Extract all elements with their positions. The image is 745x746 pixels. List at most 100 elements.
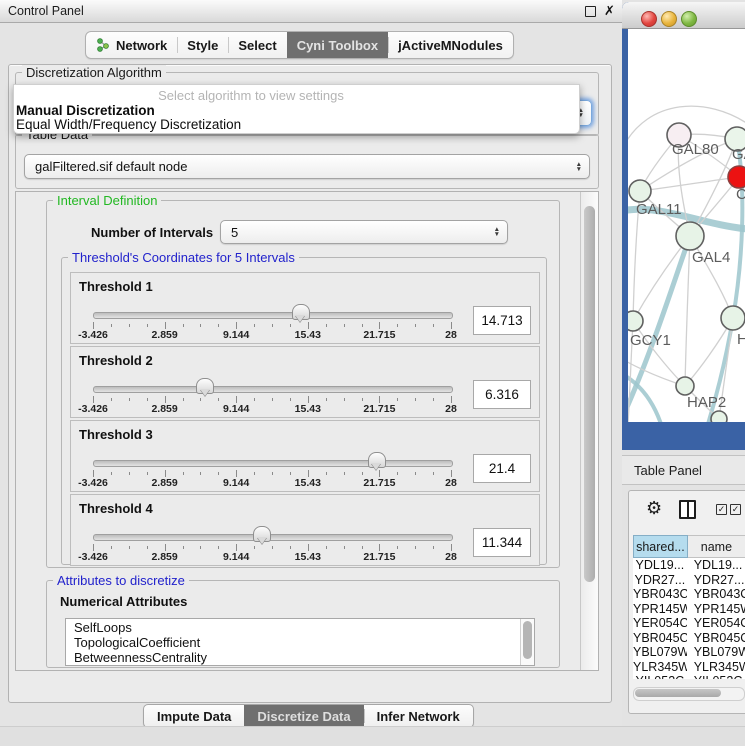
slider-tick (451, 396, 452, 403)
checkbox-icon[interactable]: ✓ (730, 504, 741, 515)
slider-tick (93, 544, 94, 551)
threshold-label: Threshold 4 (79, 501, 153, 516)
slider-tick (165, 396, 166, 403)
threshold-coordinates-group: Threshold's Coordinates for 5 Intervals … (61, 257, 547, 565)
slider-tick (147, 324, 148, 327)
column-header-name[interactable]: name (688, 535, 745, 558)
network-node[interactable] (711, 411, 727, 422)
control-panel-titlebar: Control Panel ✗ (0, 0, 622, 23)
network-node[interactable] (629, 180, 651, 202)
threshold-value-field[interactable]: 14.713 (473, 306, 531, 335)
tab-infer-network[interactable]: Infer Network (364, 705, 473, 727)
slider-track[interactable] (93, 460, 453, 467)
slider-thumb[interactable] (253, 526, 271, 542)
numerical-attributes-list[interactable]: SelfLoopsTopologicalCoefficientBetweenne… (65, 618, 535, 666)
table-row[interactable]: YIL052CYIL052C (633, 674, 745, 679)
settings-scrollpane: Interval Definition Number of Intervals … (15, 191, 599, 671)
slider-tick (308, 396, 309, 403)
slider-tick (147, 398, 148, 401)
slider-track[interactable] (93, 386, 453, 393)
slider-tick (183, 398, 184, 401)
network-canvas[interactable]: GAL80GACGAL11GAL4GCY1HHAP2 (628, 29, 745, 422)
bottom-strip (0, 726, 745, 746)
tab-label: jActiveMNodules (398, 38, 503, 53)
network-node[interactable] (721, 306, 745, 330)
table-row[interactable]: YDL19...YDL19... (633, 558, 745, 573)
number-of-intervals-combobox[interactable]: 5 ▲▼ (220, 220, 508, 244)
tab-discretize-data[interactable]: Discretize Data (244, 705, 363, 727)
slider-tick (200, 324, 201, 327)
network-node-label: C (736, 186, 745, 203)
slider-tick-label: 15.43 (295, 477, 321, 489)
slider-tick (183, 324, 184, 327)
checkbox-icon[interactable]: ✓ (716, 504, 727, 515)
slider-tick (290, 546, 291, 549)
attribute-list-item[interactable]: TopologicalCoefficient (74, 635, 521, 650)
tab-style[interactable]: Style (177, 32, 228, 58)
minimize-traffic-light-icon[interactable] (661, 11, 677, 27)
list-scrollbar-thumb[interactable] (523, 621, 532, 659)
threshold-value-field[interactable]: 6.316 (473, 380, 531, 409)
slider-tick (415, 324, 416, 327)
table-hscrollbar-thumb[interactable] (635, 689, 721, 697)
dropdown-option-manual-discretization[interactable]: Manual Discretization (16, 103, 155, 118)
node-table: shared... name YDL19...YDL19...YDR27...Y… (633, 535, 745, 679)
attribute-list-item[interactable]: BetweennessCentrality (74, 650, 521, 665)
tab-network[interactable]: Network (86, 32, 177, 58)
tab-cyni-toolbox[interactable]: Cyni Toolbox (287, 32, 388, 58)
number-of-intervals-label: Number of Intervals (91, 225, 213, 240)
table-row[interactable]: YBR045CYBR045C (633, 631, 745, 646)
columns-icon[interactable] (679, 500, 696, 519)
tab-select[interactable]: Select (228, 32, 286, 58)
dropdown-option-equal-width-frequency[interactable]: Equal Width/Frequency Discretization (16, 117, 241, 132)
tab-label: Infer Network (377, 709, 460, 724)
column-header-shared-name[interactable]: shared... (633, 535, 688, 558)
close-traffic-light-icon[interactable] (641, 11, 657, 27)
network-window-titlebar (622, 2, 745, 29)
dropdown-hint: Select algorithm to view settings (14, 88, 488, 103)
gear-icon[interactable]: ⚙ (646, 498, 662, 518)
group-title: Attributes to discretize (53, 573, 189, 588)
slider-tick (397, 398, 398, 401)
slider-thumb[interactable] (292, 304, 310, 320)
slider-tick (344, 324, 345, 327)
slider-tick (218, 472, 219, 475)
slider-tick (129, 472, 130, 475)
table-rows: YDL19...YDL19...YDR27...YDR27...YBR043CY… (633, 558, 745, 679)
settings-scrollbar[interactable] (580, 192, 598, 670)
attribute-list-item[interactable]: SelfLoops (74, 620, 521, 635)
table-row[interactable]: YLR345WYLR345W (633, 660, 745, 675)
network-node[interactable] (676, 377, 694, 395)
table-cell: YER054C (687, 616, 745, 631)
table-row[interactable]: YBL079WYBL079W (633, 645, 745, 660)
close-icon[interactable]: ✗ (604, 3, 615, 19)
slider-tick (218, 324, 219, 327)
table-row[interactable]: YDR27...YDR27... (633, 573, 745, 588)
table-row[interactable]: YER054CYER054C (633, 616, 745, 631)
tab-jactivemnodules[interactable]: jActiveMNodules (388, 32, 513, 58)
network-node[interactable] (728, 166, 745, 188)
network-node[interactable] (628, 311, 643, 331)
threshold-value-field[interactable]: 11.344 (473, 528, 531, 557)
table-cell: YBR043C (687, 587, 745, 602)
zoom-traffic-light-icon[interactable] (681, 11, 697, 27)
network-node[interactable] (676, 222, 704, 250)
table-data-combobox[interactable]: galFiltered.sif default node ▲▼ (24, 154, 590, 179)
table-horizontal-scrollbar[interactable] (633, 687, 745, 701)
table-row[interactable]: YPR145WYPR145W (633, 602, 745, 617)
float-window-icon[interactable] (585, 6, 596, 17)
slider-tick (344, 398, 345, 401)
table-row[interactable]: YBR043CYBR043C (633, 587, 745, 602)
table-cell: YIL052C (633, 674, 687, 679)
threshold-value-field[interactable]: 21.4 (473, 454, 531, 483)
slider-thumb[interactable] (196, 378, 214, 394)
slider-track[interactable] (93, 312, 453, 319)
slider-thumb[interactable] (368, 452, 386, 468)
slider-tick (129, 546, 130, 549)
list-scrollbar[interactable] (520, 619, 534, 665)
slider-tick-label: -3.426 (78, 329, 108, 341)
slider-track[interactable] (93, 534, 453, 541)
tab-impute-data[interactable]: Impute Data (144, 705, 244, 727)
slider-tick (93, 396, 94, 403)
settings-scrollbar-thumb[interactable] (584, 206, 595, 582)
